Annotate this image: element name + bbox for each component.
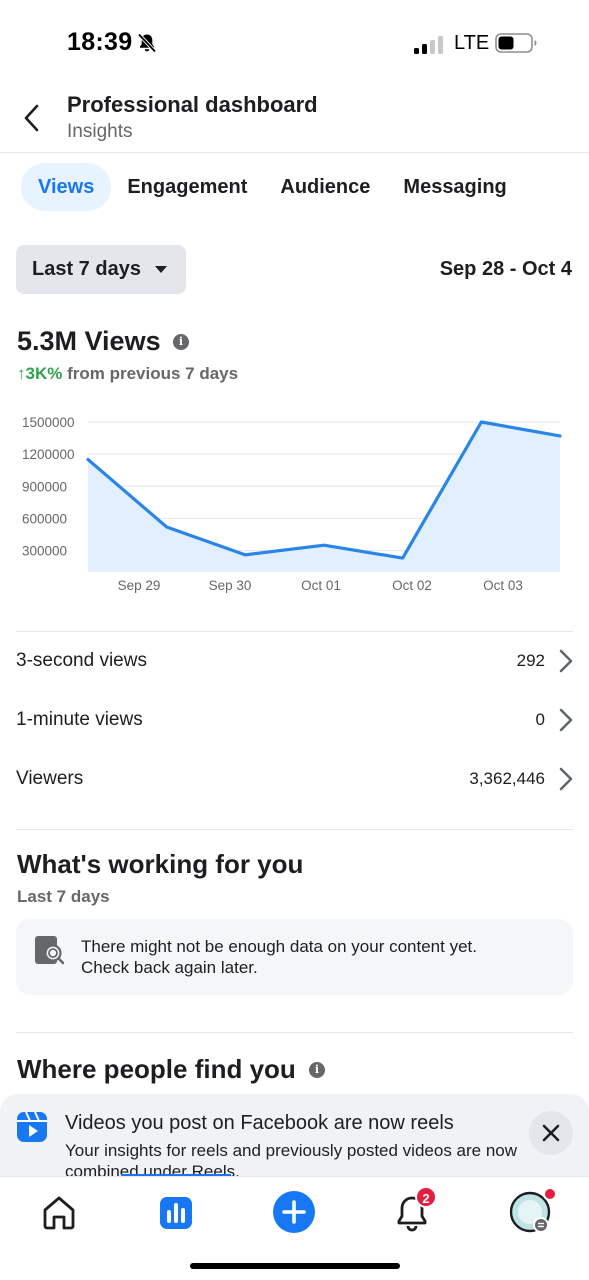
- notification-badge: 2: [415, 1186, 437, 1208]
- series-area: [88, 422, 560, 572]
- message-line: There might not be enough data on your c…: [81, 937, 477, 956]
- date-range-dropdown[interactable]: Last 7 days: [16, 245, 186, 294]
- caret-down-icon: [154, 266, 167, 273]
- insights-tabs: Views Engagement Audience Messaging: [21, 163, 523, 211]
- reels-notice-banner: Videos you post on Facebook are now reel…: [0, 1094, 589, 1176]
- back-button[interactable]: [16, 102, 48, 134]
- metric-row-3-second-views[interactable]: 3-second views 292: [16, 641, 573, 681]
- chevron-right-icon: [559, 708, 573, 732]
- tab-audience[interactable]: Audience: [263, 163, 387, 211]
- info-icon[interactable]: i: [309, 1062, 325, 1078]
- create-button[interactable]: [266, 1185, 322, 1239]
- views-chart: 1500000 1200000 900000 600000 300000 Sep 29 Se…: [22, 415, 562, 593]
- metric-value: 0: [535, 710, 545, 729]
- metric-value: 292: [516, 651, 545, 670]
- x-tick-label: Oct 02: [392, 578, 432, 593]
- metric-label: 3-second views: [16, 650, 147, 671]
- chevron-right-icon: [559, 767, 573, 791]
- x-tick-label: Sep 30: [209, 578, 252, 593]
- tab-engagement[interactable]: Engagement: [110, 163, 264, 211]
- bell-off-icon: [137, 33, 157, 53]
- y-tick-label: 600000: [22, 511, 67, 526]
- views-change: ↑3K% from previous 7 days: [17, 364, 238, 384]
- divider: [16, 1032, 573, 1033]
- date-range-text: Sep 28 - Oct 4: [439, 258, 572, 280]
- home-icon[interactable]: [31, 1189, 87, 1235]
- insufficient-data-card: There might not be enough data on your c…: [16, 919, 573, 995]
- x-tick-label: Sep 29: [118, 578, 161, 593]
- metric-label: 1-minute views: [16, 709, 143, 730]
- insights-icon[interactable]: [148, 1189, 204, 1235]
- x-tick-label: Oct 01: [301, 578, 341, 593]
- views-change-text: from previous 7 days: [62, 364, 239, 383]
- where-people-title: Where people find you: [17, 1054, 296, 1084]
- reels-notice-title: Videos you post on Facebook are now reel…: [65, 1112, 454, 1134]
- views-change-value: ↑3K%: [17, 364, 63, 383]
- chevron-right-icon: [559, 649, 573, 673]
- x-tick-label: Oct 03: [483, 578, 523, 593]
- divider: [16, 631, 573, 632]
- document-search-icon: [35, 936, 64, 965]
- status-time: 18:39: [67, 28, 133, 56]
- reels-icon: [17, 1112, 47, 1142]
- y-tick-label: 1200000: [22, 447, 75, 462]
- page-title: Professional dashboard: [67, 92, 318, 117]
- reels-notice-body: Your insights for reels and previously p…: [65, 1141, 518, 1176]
- y-tick-label: 1500000: [22, 415, 75, 430]
- whats-working-title: What's working for you: [17, 849, 304, 879]
- home-indicator: [190, 1263, 400, 1269]
- y-tick-label: 300000: [22, 544, 67, 559]
- y-tick-label: 900000: [22, 479, 67, 494]
- insufficient-data-message: There might not be enough data on your c…: [81, 936, 477, 978]
- date-range-dropdown-label: Last 7 days: [32, 258, 141, 280]
- divider: [16, 829, 573, 830]
- page-subtitle: Insights: [67, 121, 133, 142]
- metric-value: 3,362,446: [469, 769, 545, 788]
- whats-working-subtitle: Last 7 days: [17, 887, 110, 906]
- info-icon[interactable]: i: [173, 334, 189, 350]
- cell-signal-icon: [414, 34, 446, 54]
- network-label: LTE: [454, 32, 490, 54]
- metric-label: Viewers: [16, 768, 84, 789]
- close-button[interactable]: [529, 1111, 573, 1155]
- metric-row-1-minute-views[interactable]: 1-minute views 0: [16, 700, 573, 740]
- views-total: 5.3M Views: [17, 326, 161, 356]
- tab-messaging[interactable]: Messaging: [386, 163, 523, 211]
- battery-icon: [495, 33, 537, 53]
- tab-views[interactable]: Views: [21, 163, 112, 211]
- status-bar: 18:39 LTE: [0, 0, 589, 88]
- page-header: Professional dashboard Insights: [0, 88, 589, 153]
- message-line: Check back again later.: [81, 958, 258, 977]
- metric-row-viewers[interactable]: Viewers 3,362,446: [16, 759, 573, 799]
- profile-status-dot: [543, 1187, 557, 1201]
